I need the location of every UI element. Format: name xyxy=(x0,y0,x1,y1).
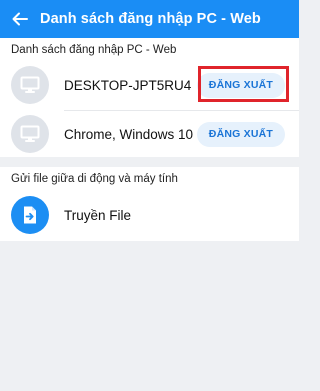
device-name: DESKTOP-JPT5RU4 xyxy=(64,77,192,93)
session-row: Chrome, Windows 10 ĐĂNG XUẤT xyxy=(0,113,299,155)
device-name: Chrome, Windows 10 xyxy=(64,126,194,142)
highlight-box xyxy=(198,66,289,102)
monitor-icon xyxy=(20,125,40,142)
device-avatar xyxy=(11,66,49,104)
device-avatar xyxy=(11,115,49,153)
page-title: Danh sách đăng nhập PC - Web xyxy=(40,11,261,27)
divider xyxy=(64,110,299,111)
back-button[interactable] xyxy=(0,0,40,38)
file-transfer-row[interactable]: Truyền File xyxy=(0,194,299,236)
file-transfer-icon xyxy=(24,206,36,224)
section-label: Danh sách đăng nhập PC - Web xyxy=(11,44,177,56)
monitor-icon xyxy=(20,76,40,93)
file-transfer-label: Truyền File xyxy=(64,207,132,223)
section-label: Gửi file giữa di động và máy tính xyxy=(11,173,178,185)
file-avatar xyxy=(11,196,49,234)
top-app-bar: Danh sách đăng nhập PC - Web xyxy=(0,0,299,38)
arrow-left-icon xyxy=(12,12,28,26)
logout-button[interactable]: ĐĂNG XUẤT xyxy=(196,121,285,147)
file-transfer-section: Gửi file giữa di động và máy tính Truyền… xyxy=(0,167,299,241)
